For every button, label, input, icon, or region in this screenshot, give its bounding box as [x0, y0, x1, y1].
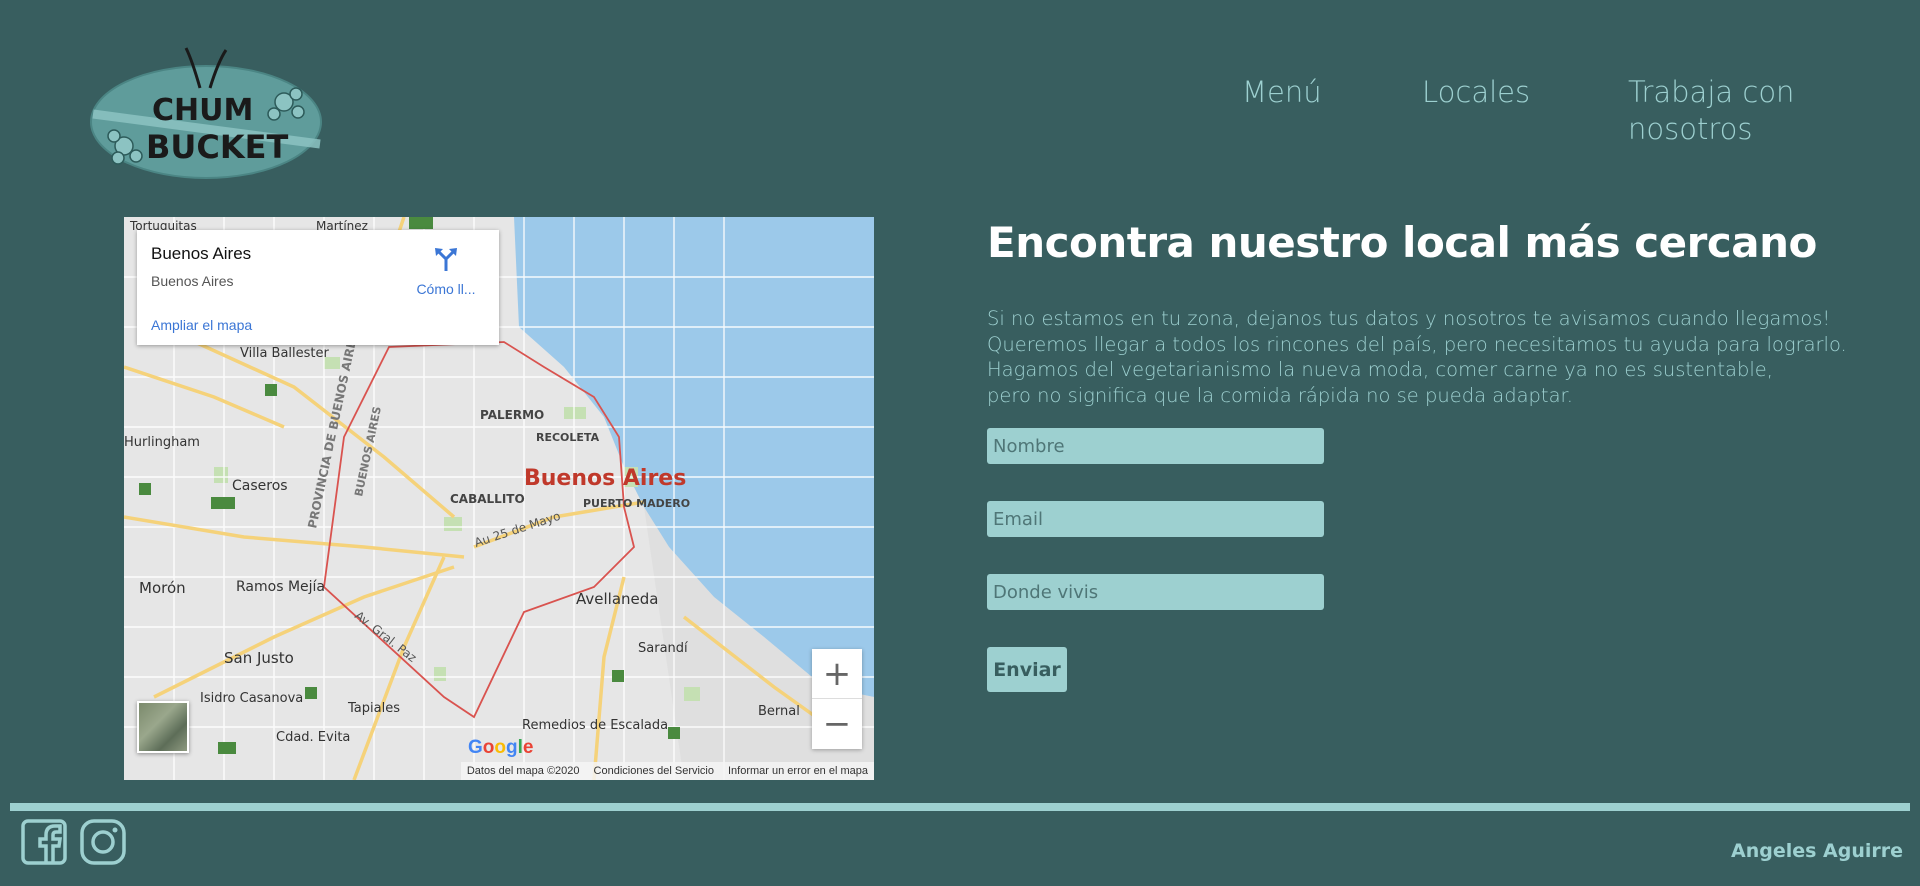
map-embed[interactable]: Buenos Aires PALERMO RECOLETA CABALLITO … [124, 217, 874, 780]
paragraph-line: Si no estamos en tu zona, dejanos tus da… [987, 307, 1831, 330]
svg-text:RECOLETA: RECOLETA [536, 431, 600, 444]
svg-text:Remedios de Escalada: Remedios de Escalada [522, 718, 668, 733]
enlarge-map-link[interactable]: Ampliar el mapa [151, 317, 252, 333]
directions-button[interactable]: Cómo ll... [411, 246, 481, 297]
svg-text:PUERTO MADERO: PUERTO MADERO [583, 497, 690, 510]
map-data-credit: Datos del mapa ©2020 [466, 765, 580, 777]
svg-text:CABALLITO: CABALLITO [450, 492, 525, 506]
svg-text:Hurlingham: Hurlingham [124, 435, 200, 450]
author-credit: Angeles Aguirre [1730, 840, 1903, 862]
satellite-toggle[interactable] [137, 701, 189, 753]
svg-text:Morón: Morón [139, 579, 186, 597]
directions-icon [435, 248, 457, 271]
zoom-in-button[interactable]: + [812, 649, 862, 699]
facebook-icon[interactable] [21, 819, 67, 865]
paragraph-line: Hagamos del vegetarianismo la nueva moda… [987, 358, 1773, 381]
svg-text:Avellaneda: Avellaneda [576, 590, 658, 608]
svg-text:San Justo: San Justo [224, 649, 294, 667]
paragraph-line: Queremos llegar a todos los rincones del… [987, 332, 1847, 356]
svg-text:Ramos Mejía: Ramos Mejía [236, 579, 325, 595]
svg-text:Villa Ballester: Villa Ballester [240, 346, 330, 361]
intro-paragraph: Si no estamos en tu zona, dejanos tus da… [987, 306, 1847, 408]
svg-text:Buenos Aires: Buenos Aires [524, 466, 686, 491]
name-input[interactable] [987, 428, 1324, 464]
svg-text:Caseros: Caseros [232, 478, 288, 494]
directions-label: Cómo ll... [416, 281, 476, 297]
google-logo: Google [468, 737, 534, 758]
main-nav: Menú Locales Trabaja con nosotros [0, 74, 1920, 164]
svg-text:Bernal: Bernal [758, 704, 800, 719]
map-attribution: Datos del mapa ©2020 Condiciones del Ser… [460, 762, 874, 780]
zoom-controls: + − [812, 649, 862, 749]
submit-button[interactable]: Enviar [987, 647, 1067, 692]
report-error-link[interactable]: Informar un error en el mapa [728, 765, 868, 777]
zoom-out-button[interactable]: − [812, 699, 862, 749]
instagram-icon[interactable] [80, 819, 126, 865]
location-input[interactable] [987, 574, 1324, 610]
nav-trabaja-link[interactable]: Trabaja con nosotros [1628, 74, 1828, 148]
svg-text:Cdad. Evita: Cdad. Evita [276, 730, 350, 745]
footer-divider [10, 803, 1910, 811]
place-subtitle: Buenos Aires [151, 273, 234, 289]
paragraph-line: pero no significa que la comida rápida n… [987, 383, 1573, 407]
page-title: Encontra nuestro local más cercano [987, 218, 1817, 267]
email-input[interactable] [987, 501, 1324, 537]
nav-menu-link[interactable]: Menú [1242, 74, 1322, 111]
svg-text:Sarandí: Sarandí [638, 641, 688, 656]
svg-text:PALERMO: PALERMO [480, 408, 544, 422]
terms-link[interactable]: Condiciones del Servicio [594, 765, 714, 777]
place-info-card: Buenos Aires Buenos Aires Cómo ll... Amp… [137, 230, 499, 345]
svg-text:Tapiales: Tapiales [347, 701, 400, 716]
place-title: Buenos Aires [151, 244, 252, 263]
nav-locales-link[interactable]: Locales [1422, 74, 1530, 111]
svg-text:Isidro Casanova: Isidro Casanova [200, 691, 303, 706]
